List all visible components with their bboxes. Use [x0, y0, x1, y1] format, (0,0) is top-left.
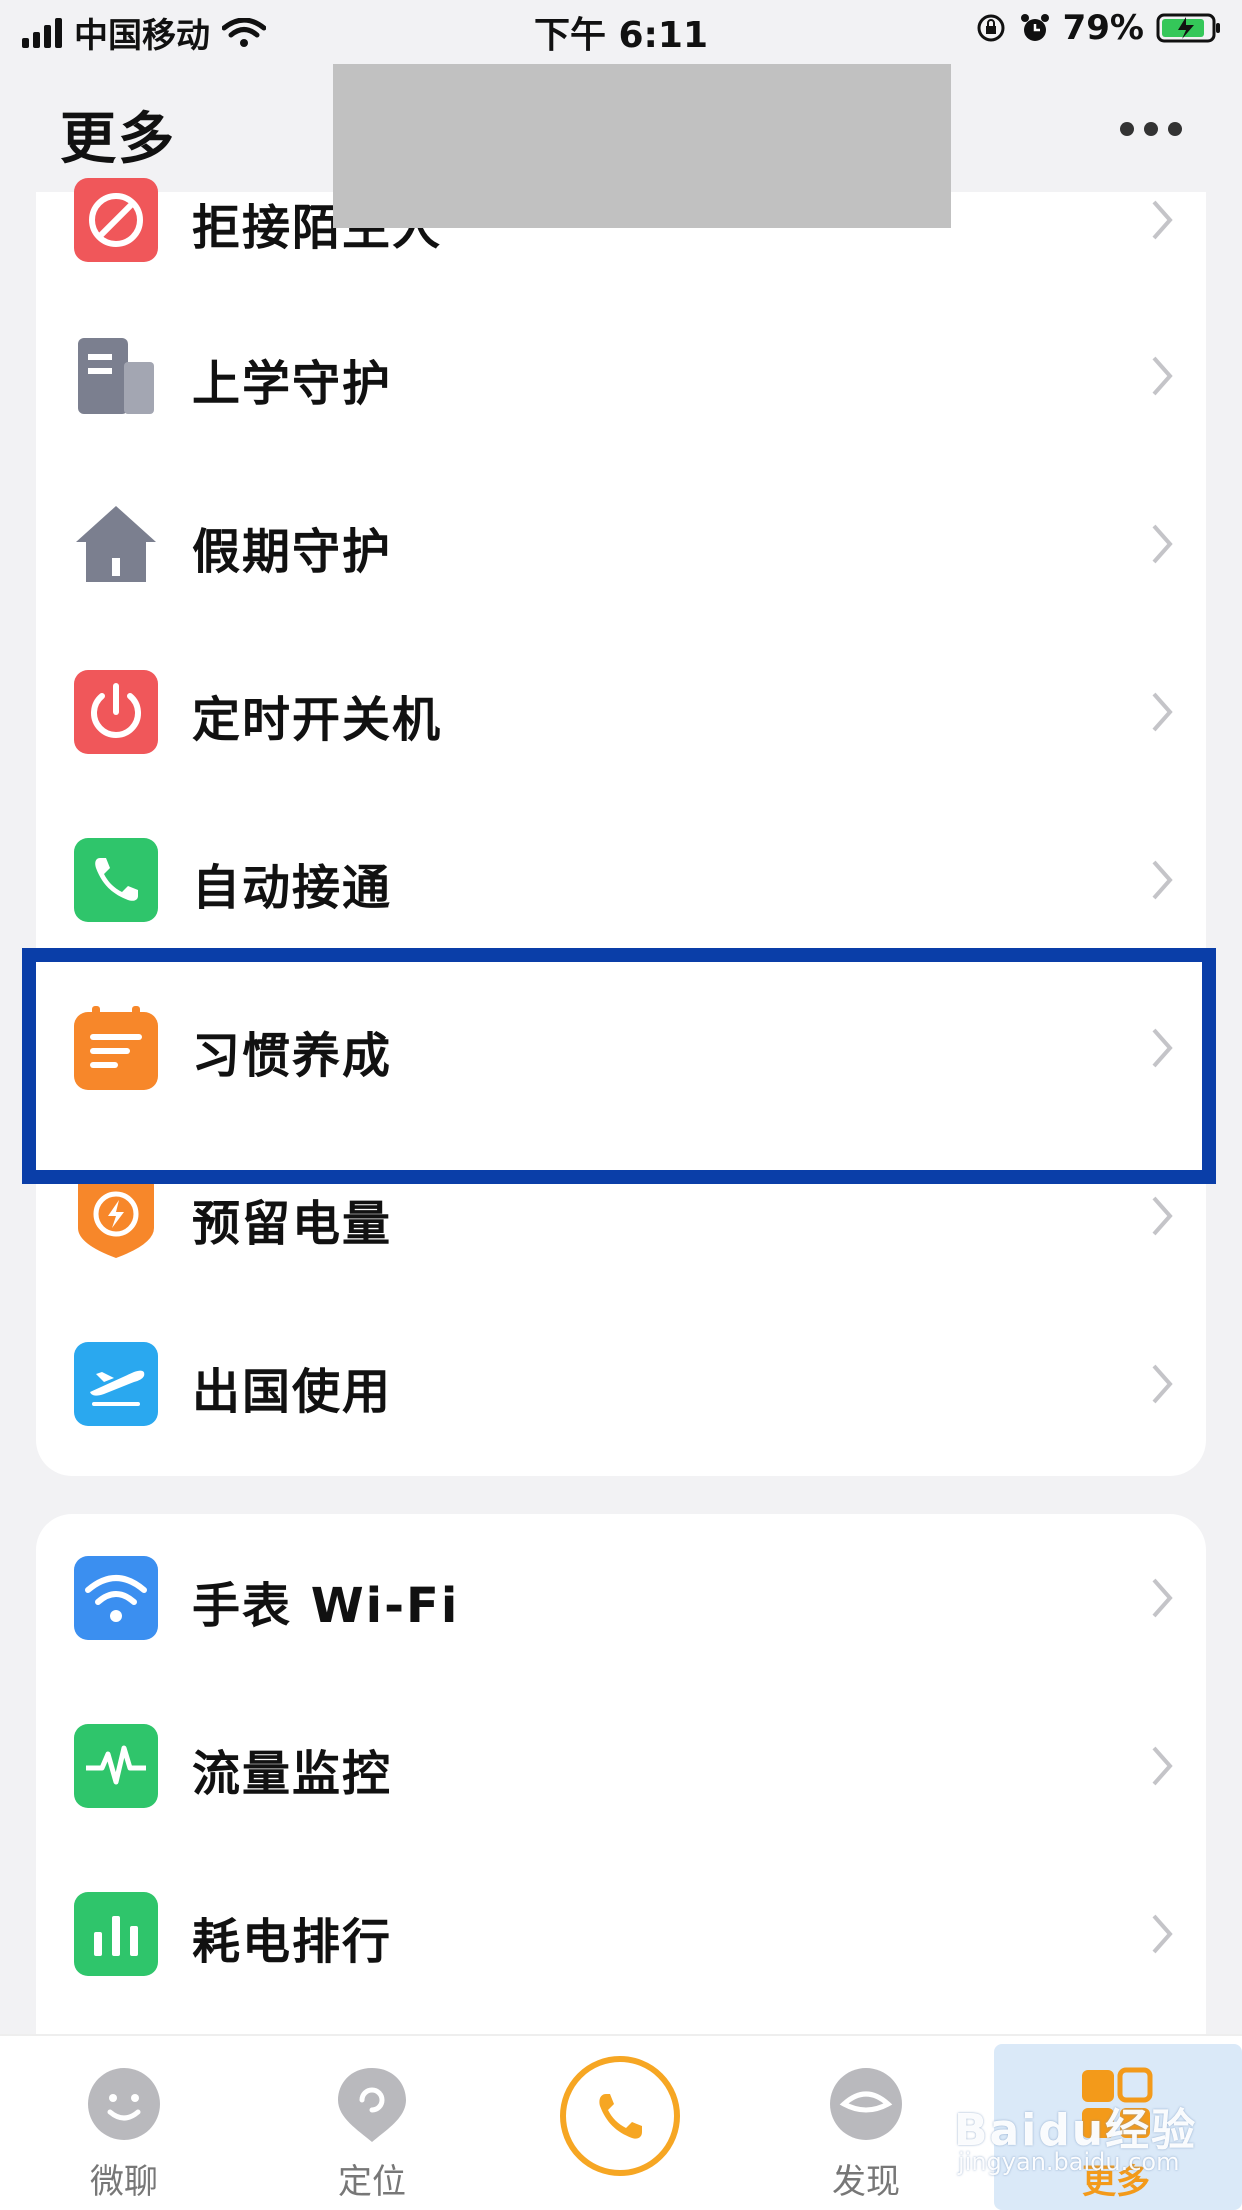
call-button[interactable] — [560, 2056, 680, 2176]
chevron-right-icon — [1152, 1746, 1173, 1786]
chevron-right-icon — [1152, 356, 1173, 396]
chevron-right-icon — [1152, 524, 1173, 564]
highlight-frame — [22, 948, 1216, 1184]
list-item-label: 自动接通 — [192, 860, 393, 916]
list-item-school-guard[interactable]: 上学守护 — [36, 292, 1206, 460]
battery-charging-icon — [1156, 13, 1220, 43]
chevron-right-icon — [1152, 1914, 1173, 1954]
watermark-url: jingyan.baidu.com — [958, 2148, 1180, 2176]
rotation-lock-icon — [977, 14, 1005, 42]
settings-card-secondary: 手表 Wi-Fi 流量监控 耗电排行 — [36, 1514, 1206, 2034]
tab-label: 微聊 — [90, 2162, 158, 2202]
list-item-label: 手表 Wi-Fi — [192, 1578, 460, 1634]
status-right: 79% — [975, 8, 1222, 48]
list-item-label: 上学守护 — [192, 356, 393, 412]
list-item-scheduled-power[interactable]: 定时开关机 — [36, 628, 1206, 796]
tab-chat[interactable]: 微聊 — [24, 2036, 224, 2210]
call-icon — [599, 2094, 642, 2139]
list-item-label: 耗电排行 — [192, 1914, 393, 1970]
traffic-monitor-icon — [74, 1724, 158, 1808]
chevron-right-icon — [1152, 692, 1173, 732]
chevron-right-icon — [1152, 1364, 1173, 1404]
tab-location[interactable]: 定位 — [272, 2036, 472, 2210]
list-item-power-ranking[interactable]: 耗电排行 — [36, 1850, 1206, 2018]
tab-discover[interactable]: 发现 — [766, 2036, 966, 2210]
tab-label: 发现 — [832, 2162, 900, 2202]
battery-percent: 79% — [1062, 8, 1144, 48]
airplane-icon — [74, 1342, 158, 1426]
alarm-icon — [1020, 14, 1049, 41]
chevron-right-icon — [1152, 1578, 1173, 1618]
list-item-label: 流量监控 — [192, 1746, 393, 1802]
list-item-auto-answer[interactable]: 自动接通 — [36, 796, 1206, 964]
phone-icon — [74, 838, 158, 922]
list-item-watch-wifi[interactable]: 手表 Wi-Fi — [36, 1514, 1206, 1682]
reject-strangers-icon — [74, 178, 158, 262]
more-options-icon[interactable] — [1120, 122, 1182, 136]
chevron-right-icon — [1152, 860, 1173, 900]
school-building-icon — [78, 338, 154, 414]
list-item-holiday-guard[interactable]: 假期守护 — [36, 460, 1206, 628]
list-item-label: 预留电量 — [192, 1196, 393, 1252]
power-icon — [74, 670, 158, 754]
wifi-icon — [74, 1556, 158, 1640]
battery-reserve-icon — [78, 1178, 154, 1258]
chat-face-icon — [88, 2068, 160, 2140]
power-ranking-icon — [74, 1892, 158, 1976]
house-icon — [76, 506, 156, 582]
discover-eye-icon — [830, 2068, 902, 2140]
list-item-traffic-monitor[interactable]: 流量监控 — [36, 1682, 1206, 1850]
location-pin-icon — [338, 2068, 406, 2142]
redacted-area — [333, 64, 951, 228]
chevron-right-icon — [1152, 200, 1173, 240]
chevron-right-icon — [1152, 1196, 1173, 1236]
bottom-tab-bar: 微聊 定位 发现 更多 Baidu经验 jingyan.baidu.com — [0, 2034, 1242, 2210]
list-item-label: 定时开关机 — [192, 692, 443, 748]
status-bar: 中国移动 下午 6:11 79% — [0, 0, 1242, 62]
tab-label: 定位 — [338, 2162, 406, 2202]
list-item-abroad-use[interactable]: 出国使用 — [36, 1300, 1206, 1468]
list-item-label: 假期守护 — [192, 524, 393, 580]
list-item-label: 出国使用 — [192, 1364, 393, 1420]
settings-card-main: 拒接陌生人 上学守护 假期守护 定时开关机 自动接通 习惯养成 预留电量 出国使… — [36, 178, 1206, 1476]
